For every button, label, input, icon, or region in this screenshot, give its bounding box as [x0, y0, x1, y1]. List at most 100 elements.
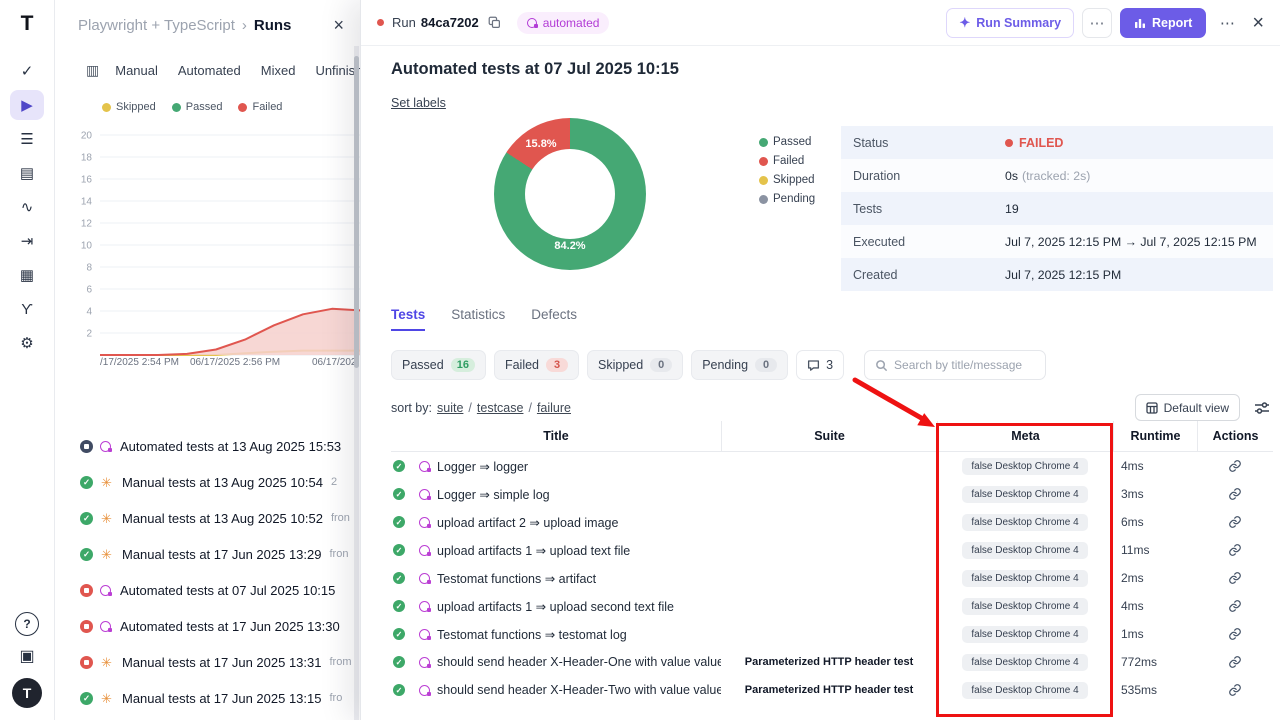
filter-comments[interactable]: 3 [796, 350, 844, 380]
info-row-duration: Duration 0s (tracked: 2s) [841, 159, 1273, 192]
run-list-item-selected[interactable]: Automated tests at 07 Jul 2025 10:15 [56, 572, 360, 608]
run-summary-button[interactable]: ✦ Run Summary [946, 8, 1074, 38]
link-icon[interactable] [1197, 515, 1273, 529]
sidebar-item-plans[interactable]: ☰ [10, 124, 44, 154]
run-list-item[interactable]: Automated tests at 13 Aug 2025 15:53 [56, 428, 360, 464]
table-row[interactable]: should send header X-Header-Two with val… [391, 676, 1273, 704]
branch-icon: ϒ [21, 301, 33, 318]
chart-legend: Skipped Passed Failed [102, 101, 282, 120]
col-meta[interactable]: Meta [937, 421, 1113, 451]
app-logo[interactable]: T [21, 12, 34, 36]
test-filters: Passed16 Failed3 Skipped0 Pending0 3 [391, 350, 1046, 380]
col-title[interactable]: Title [391, 421, 721, 451]
projects-icon[interactable]: ▣ [19, 646, 34, 666]
svg-text:20: 20 [81, 131, 93, 142]
link-icon[interactable] [1197, 599, 1273, 613]
table-row[interactable]: should send header X-Header-One with val… [391, 648, 1273, 676]
info-row-status: Status FAILED [841, 126, 1273, 159]
panel-close-icon[interactable]: × [327, 15, 350, 36]
sort-by-testcase-link[interactable]: testcase [477, 401, 524, 415]
avatar[interactable]: T [12, 678, 42, 708]
summary-more-button[interactable]: ⋯ [1082, 8, 1112, 38]
info-row-created: Created Jul 7, 2025 12:15 PM [841, 258, 1273, 291]
automated-badge[interactable]: automated [517, 12, 610, 34]
tab-mixed[interactable]: Mixed [261, 63, 296, 78]
svg-text:2: 2 [86, 329, 92, 340]
search-icon [875, 359, 888, 372]
run-list-item[interactable]: Manual tests at 13 Aug 2025 10:54 2 [56, 464, 360, 500]
link-icon[interactable] [1197, 543, 1273, 557]
more-options-button[interactable]: ⋯ [1214, 8, 1240, 38]
link-icon[interactable] [1197, 655, 1273, 669]
test-suite: Parameterized HTTP header test [721, 656, 937, 668]
link-icon[interactable] [1197, 459, 1273, 473]
run-list-item[interactable]: Manual tests at 17 Jun 2025 13:31 from [56, 644, 360, 680]
sidebar-item-tests[interactable]: ✓ [10, 56, 44, 86]
meta-tag: false Desktop Chrome 4 [962, 458, 1087, 475]
default-view-button[interactable]: Default view [1135, 394, 1240, 421]
help-button[interactable]: ? [15, 612, 39, 636]
failed-count-badge: 3 [546, 358, 568, 372]
tab-defects[interactable]: Defects [531, 307, 577, 331]
chart-edit-icon[interactable]: ▥ [86, 62, 99, 79]
link-icon[interactable] [1197, 627, 1273, 641]
view-settings-icon[interactable] [1254, 401, 1270, 415]
report-button[interactable]: Report [1120, 8, 1206, 38]
link-icon[interactable] [1197, 487, 1273, 501]
sort-by-suite-link[interactable]: suite [437, 401, 463, 415]
passed-icon [393, 600, 405, 612]
close-run-icon[interactable]: × [1252, 13, 1264, 33]
link-icon[interactable] [1197, 683, 1273, 697]
svg-text:8: 8 [86, 263, 92, 274]
sidebar-item-cases[interactable]: ▤ [10, 158, 44, 188]
tab-statistics[interactable]: Statistics [451, 307, 505, 331]
legend-skipped: Skipped [102, 101, 156, 113]
filter-pending[interactable]: Pending0 [691, 350, 788, 380]
filter-skipped[interactable]: Skipped0 [587, 350, 683, 380]
run-list-item[interactable]: Automated tests at 17 Jun 2025 13:30 [56, 608, 360, 644]
filter-failed[interactable]: Failed3 [494, 350, 579, 380]
search-input[interactable] [894, 358, 1032, 372]
link-icon[interactable] [1197, 571, 1273, 585]
set-labels-link[interactable]: Set labels [391, 96, 446, 110]
table-row[interactable]: Logger ⇒ simple log false Desktop Chrome… [391, 480, 1273, 508]
tab-automated[interactable]: Automated [178, 63, 241, 78]
filter-passed[interactable]: Passed16 [391, 350, 486, 380]
sidebar-item-import[interactable]: ⇥ [10, 226, 44, 256]
table-row[interactable]: Testomat functions ⇒ artifact false Desk… [391, 564, 1273, 592]
table-row[interactable]: upload artifacts 1 ⇒ upload second text … [391, 592, 1273, 620]
play-icon: ▶ [21, 96, 33, 114]
col-suite[interactable]: Suite [721, 421, 937, 451]
table-row[interactable]: Logger ⇒ logger false Desktop Chrome 4 4… [391, 452, 1273, 480]
table-row[interactable]: upload artifact 2 ⇒ upload image false D… [391, 508, 1273, 536]
breadcrumb-page: Runs [254, 17, 292, 34]
sidebar-item-pulse[interactable]: ∿ [10, 192, 44, 222]
automated-test-icon [419, 601, 430, 612]
sidebar-item-branches[interactable]: ϒ [10, 294, 44, 324]
sidebar-item-analytics[interactable]: ▦ [10, 260, 44, 290]
passed-dot-icon [759, 138, 768, 147]
sidebar-item-settings[interactable]: ⚙ [10, 328, 44, 358]
run-status-icon [80, 440, 93, 453]
failed-status-dot-icon [377, 19, 384, 26]
breadcrumb-project[interactable]: Playwright + TypeScript [78, 17, 235, 34]
info-row-tests: Tests 19 [841, 192, 1273, 225]
col-actions[interactable]: Actions [1197, 421, 1273, 451]
run-title: Manual tests at 17 Jun 2025 13:15 [122, 691, 321, 706]
tab-manual[interactable]: Manual [115, 63, 158, 78]
col-runtime[interactable]: Runtime [1113, 421, 1197, 451]
test-title: Logger ⇒ logger [437, 459, 528, 474]
table-row[interactable]: Testomat functions ⇒ testomat log false … [391, 620, 1273, 648]
tab-tests[interactable]: Tests [391, 307, 425, 331]
gear-icon: ⚙ [20, 334, 33, 352]
sort-by-failure-link[interactable]: failure [537, 401, 571, 415]
copy-icon[interactable] [488, 16, 501, 29]
run-list-item[interactable]: Manual tests at 13 Aug 2025 10:52 fron [56, 500, 360, 536]
legend-passed: Passed [172, 101, 223, 113]
table-row[interactable]: upload artifacts 1 ⇒ upload text file fa… [391, 536, 1273, 564]
scrollbar-thumb[interactable] [354, 56, 359, 368]
run-list-item[interactable]: Manual tests at 17 Jun 2025 13:29 fron [56, 536, 360, 572]
sidebar-item-runs[interactable]: ▶ [10, 90, 44, 120]
run-list-item[interactable]: Manual tests at 17 Jun 2025 13:15 fro [56, 680, 360, 716]
runs-trend-chart: 2468101214161820 [56, 120, 360, 365]
